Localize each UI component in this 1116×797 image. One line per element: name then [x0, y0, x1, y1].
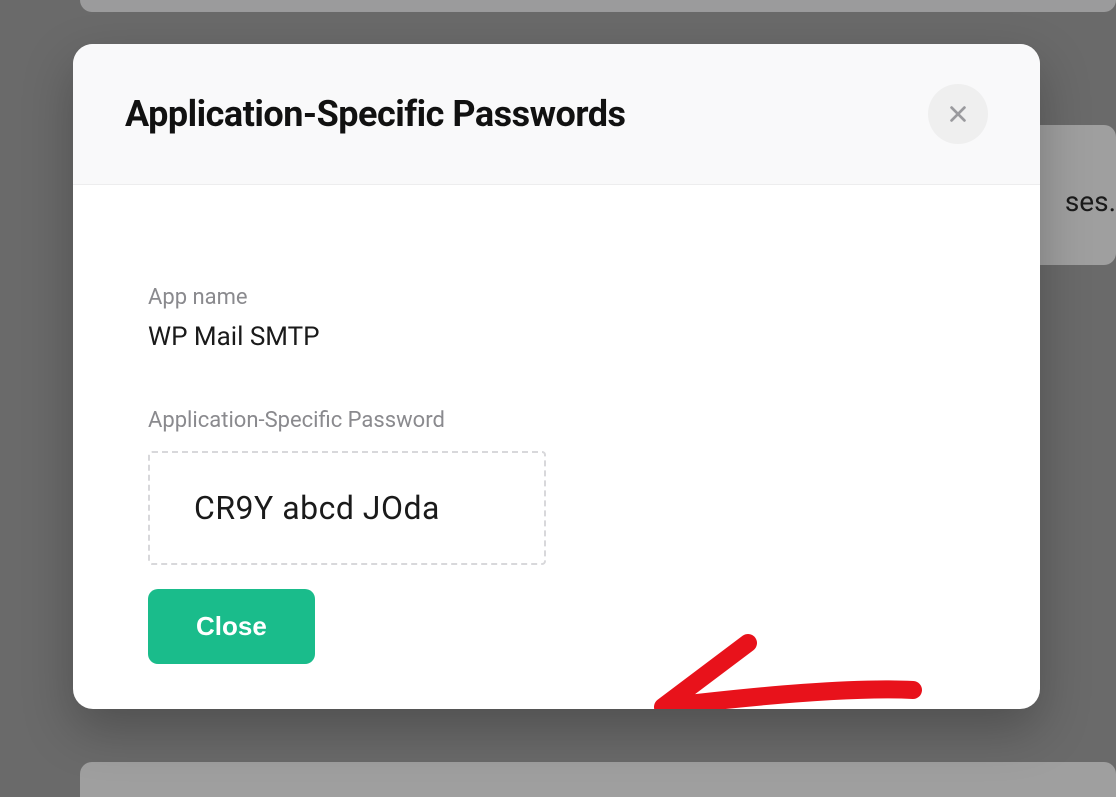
- modal-body: App name WP Mail SMTP Application-Specif…: [73, 185, 1040, 709]
- password-value: CR9Y abcd JOda: [194, 489, 440, 527]
- modal-header: Application-Specific Passwords: [73, 44, 1040, 185]
- modal-title: Application-Specific Passwords: [125, 93, 625, 135]
- app-name-value: WP Mail SMTP: [148, 322, 965, 352]
- password-display-box[interactable]: CR9Y abcd JOda: [148, 451, 546, 565]
- password-label: Application-Specific Password: [148, 408, 965, 433]
- background-text-fragment: ses.: [1065, 185, 1116, 218]
- app-name-label: App name: [148, 285, 965, 310]
- app-specific-passwords-modal: Application-Specific Passwords App name …: [73, 44, 1040, 709]
- close-icon-button[interactable]: [928, 84, 988, 144]
- close-icon: [947, 103, 969, 125]
- close-button[interactable]: Close: [148, 589, 315, 664]
